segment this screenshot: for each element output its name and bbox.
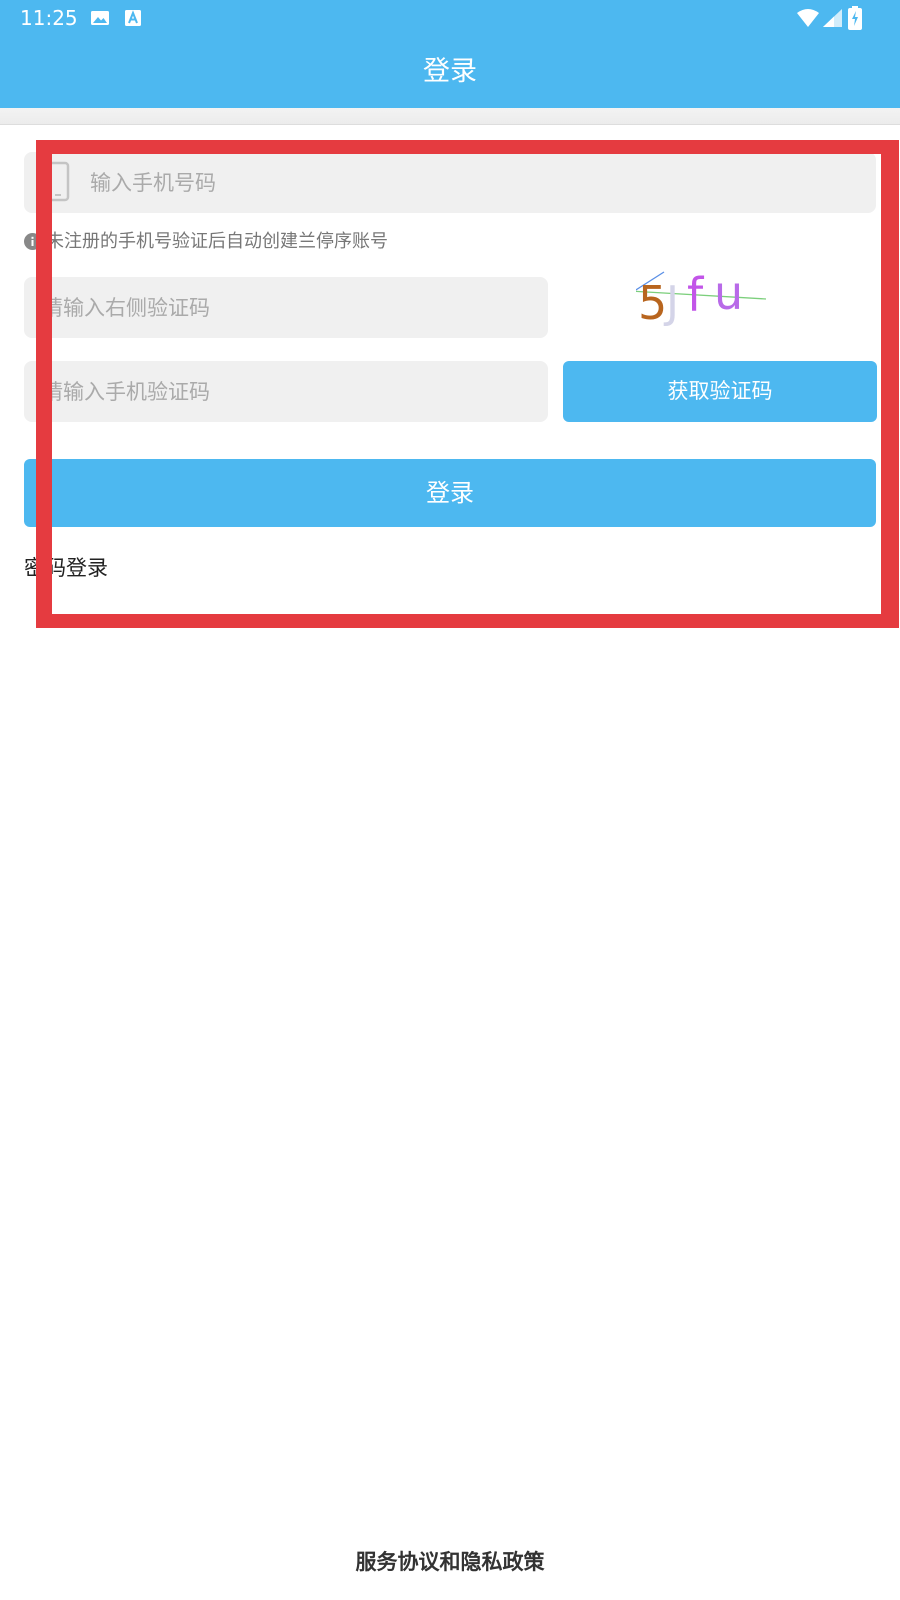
mobile-phone-icon xyxy=(46,161,70,202)
signal-icon xyxy=(823,9,842,27)
get-code-button[interactable]: 获取验证码 xyxy=(563,361,877,422)
image-icon xyxy=(91,11,109,25)
svg-text:f: f xyxy=(687,271,705,322)
status-time: 11:25 xyxy=(20,6,78,30)
a-badge-icon xyxy=(125,10,141,26)
app-bar-divider xyxy=(0,108,900,125)
registration-hint: 未注册的手机号验证后自动创建兰停序账号 xyxy=(24,228,724,256)
hint-text: 未注册的手机号验证后自动创建兰停序账号 xyxy=(46,231,388,252)
sms-code-input[interactable] xyxy=(24,361,548,422)
captcha-input[interactable] xyxy=(24,277,548,338)
svg-text:5: 5 xyxy=(638,276,667,330)
battery-charging-icon xyxy=(848,6,862,30)
status-bar: 11:25 xyxy=(0,0,900,36)
service-privacy-policy-link[interactable]: 服务协议和隐私政策 xyxy=(0,1546,900,1578)
captcha-image[interactable]: 5 J f u xyxy=(636,271,788,339)
app-bar: 登录 xyxy=(0,36,900,108)
svg-text:u: u xyxy=(714,271,743,320)
login-button[interactable]: 登录 xyxy=(24,459,876,527)
password-login-link[interactable]: 密码登录 xyxy=(24,552,108,584)
phone-number-input[interactable] xyxy=(24,152,876,213)
page-title: 登录 xyxy=(423,56,477,87)
info-icon xyxy=(24,233,41,250)
wifi-icon xyxy=(797,9,819,27)
svg-text:J: J xyxy=(663,277,679,328)
